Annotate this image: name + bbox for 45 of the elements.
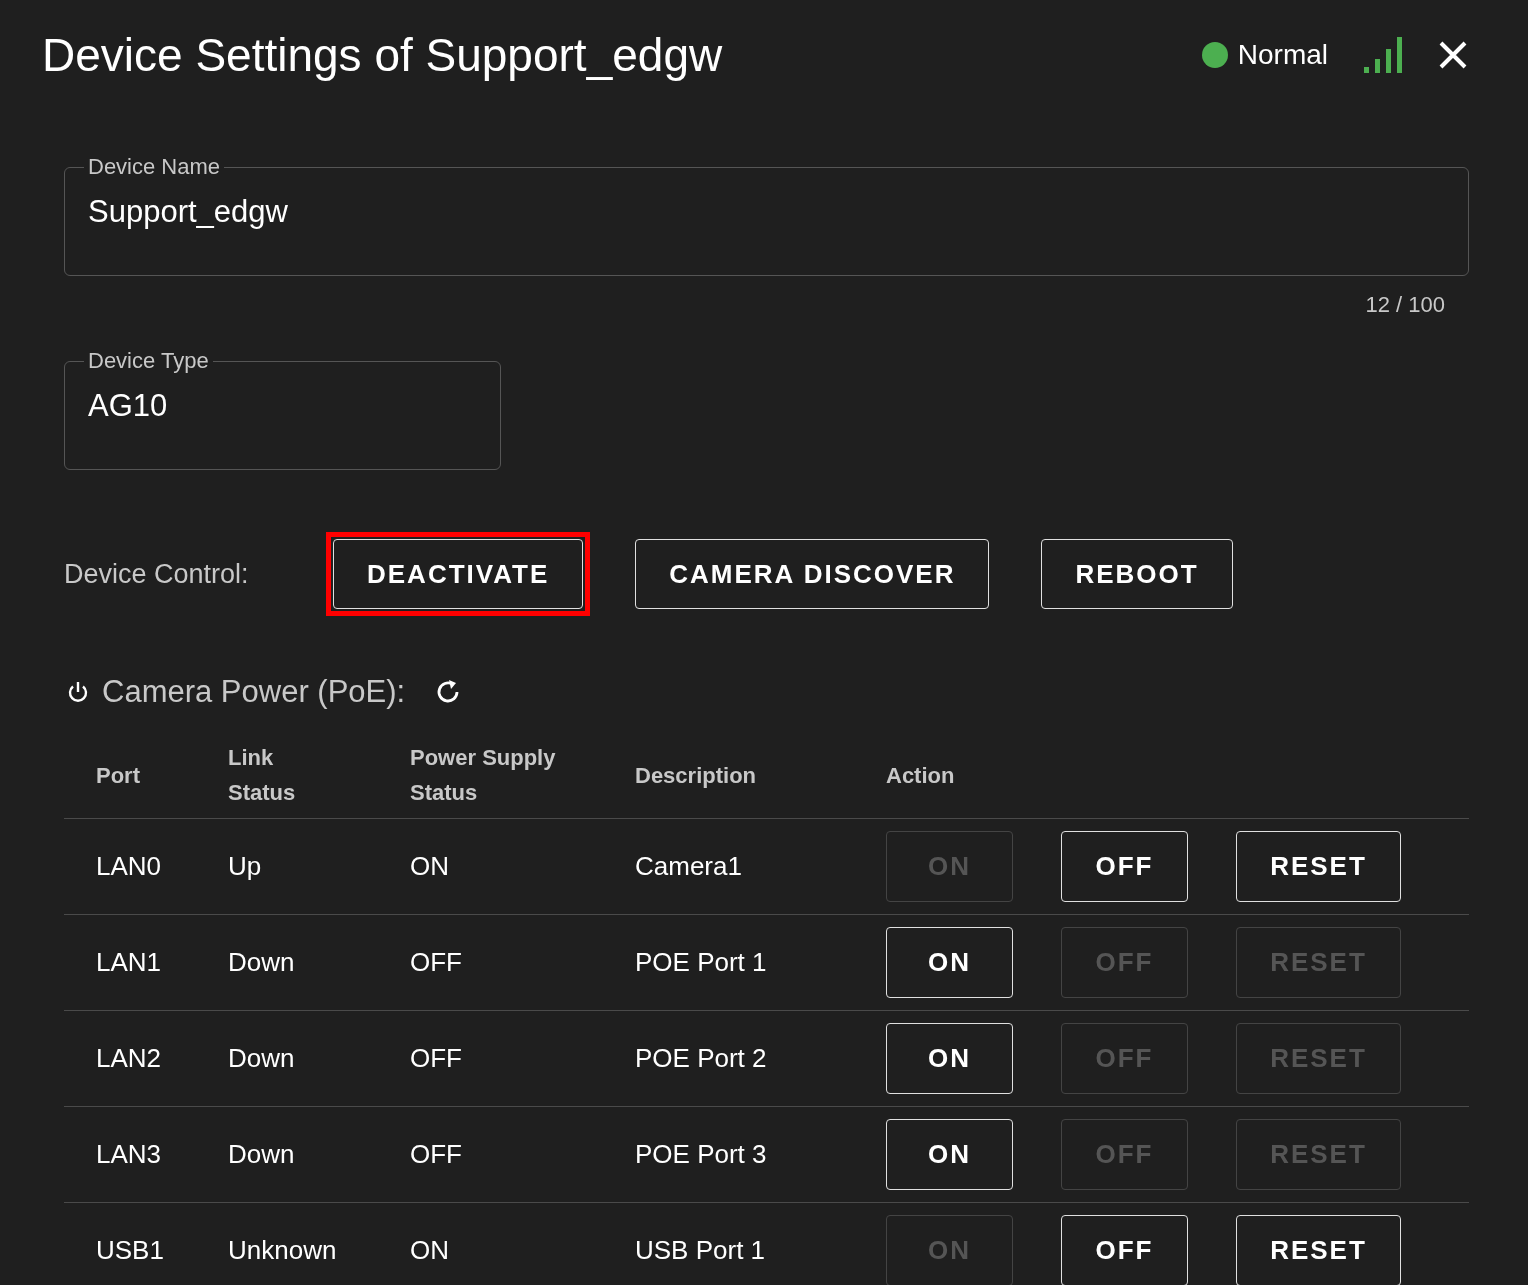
table-cell: POE Port 3 bbox=[635, 1139, 767, 1169]
section-title: Camera Power (PoE): bbox=[102, 674, 406, 710]
table-cell: USB1 bbox=[96, 1235, 164, 1265]
column-header: Description bbox=[635, 761, 758, 790]
control-button[interactable]: CAMERA DISCOVER bbox=[635, 539, 990, 609]
column-header: Power Supply Status bbox=[410, 744, 557, 807]
control-button[interactable]: DEACTIVATE bbox=[333, 539, 584, 609]
table-cell: LAN3 bbox=[96, 1139, 162, 1169]
table-cell: OFF bbox=[410, 1043, 462, 1073]
table-cell: LAN1 bbox=[96, 947, 162, 977]
character-counter: 12 / 100 bbox=[1364, 292, 1445, 318]
table-cell: ON bbox=[410, 851, 449, 881]
window-title: Device Settings of Support_edgw bbox=[42, 28, 723, 82]
table-cell: USB Port 1 bbox=[635, 1235, 766, 1265]
control-button[interactable]: REBOOT bbox=[1041, 539, 1233, 609]
table-cell: LAN0 bbox=[96, 851, 162, 881]
table-cell: Unknown bbox=[228, 1235, 337, 1265]
table-cell: ON bbox=[410, 1235, 449, 1265]
signal-icon bbox=[1364, 37, 1402, 73]
action-button[interactable]: ON bbox=[886, 1023, 1013, 1094]
field-label: Device Type bbox=[87, 348, 210, 374]
column-header: Port bbox=[96, 761, 141, 790]
device-control-label: Device Control: bbox=[64, 558, 250, 590]
action-button[interactable]: OFF bbox=[1061, 1215, 1188, 1285]
table-cell: Down bbox=[228, 1139, 295, 1169]
action-button[interactable]: OFF bbox=[1061, 831, 1188, 902]
table-cell: Down bbox=[228, 1043, 295, 1073]
table-cell: POE Port 2 bbox=[635, 1043, 767, 1073]
action-button[interactable]: ON bbox=[886, 1119, 1013, 1190]
action-button[interactable]: RESET bbox=[1236, 1215, 1401, 1285]
table-cell: Camera1 bbox=[635, 851, 742, 881]
close-icon[interactable] bbox=[1438, 40, 1468, 70]
column-header: Action bbox=[886, 761, 956, 790]
table-cell: LAN2 bbox=[96, 1043, 162, 1073]
table-cell: OFF bbox=[410, 947, 462, 977]
power-icon bbox=[66, 680, 90, 704]
column-header: Link Status bbox=[228, 744, 297, 807]
field-label: Device Name bbox=[87, 154, 222, 180]
action-button[interactable]: RESET bbox=[1236, 831, 1401, 902]
action-button[interactable]: ON bbox=[886, 927, 1013, 998]
table-cell: POE Port 1 bbox=[635, 947, 767, 977]
table-cell: Down bbox=[228, 947, 295, 977]
table-cell: OFF bbox=[410, 1139, 462, 1169]
table-cell: Up bbox=[228, 851, 262, 881]
status-label: Normal bbox=[1237, 39, 1328, 71]
